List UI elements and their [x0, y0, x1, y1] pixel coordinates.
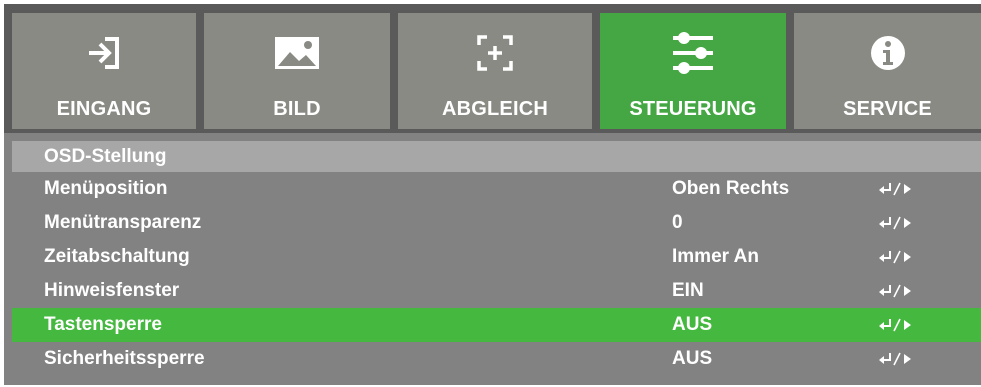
tab-eingang[interactable]: EINGANG — [12, 13, 196, 129]
menu-row-zeitabschaltung[interactable]: Zeitabschaltung Immer An — [12, 240, 981, 274]
row-label: Tastensperre — [44, 314, 162, 335]
row-value: Immer An — [672, 246, 759, 267]
osd-menu: EINGANG BILD ABGLEICH STEUERUNG SERVICE … — [4, 4, 981, 385]
tab-label: STEUERUNG — [629, 98, 757, 120]
enter-arrow-icon — [879, 216, 911, 230]
row-value: AUS — [672, 314, 713, 335]
tab-abgleich[interactable]: ABGLEICH — [398, 13, 592, 129]
row-label: Hinweisfenster — [44, 280, 180, 301]
tab-bar: EINGANG BILD ABGLEICH STEUERUNG SERVICE — [4, 4, 981, 133]
section-title: OSD-Stellung — [44, 146, 167, 167]
image-icon — [204, 33, 390, 73]
row-value: AUS — [672, 348, 713, 369]
tab-label: EINGANG — [56, 98, 152, 120]
menu-row-menutransparenz[interactable]: Menütransparenz 0 — [12, 206, 981, 240]
menu-row-menuposition[interactable]: Menüposition Oben Rechts — [12, 172, 981, 206]
row-label: Menüposition — [44, 178, 168, 199]
enter-arrow-icon — [879, 182, 911, 196]
tab-label: SERVICE — [843, 98, 932, 120]
tab-label: ABGLEICH — [441, 98, 549, 120]
menu-row-hinweisfenster[interactable]: Hinweisfenster EIN — [12, 274, 981, 308]
tab-service[interactable]: SERVICE — [794, 13, 981, 129]
row-label: Menütransparenz — [44, 212, 202, 233]
sliders-icon — [600, 32, 786, 74]
enter-arrow-icon — [879, 318, 911, 332]
tab-steuerung[interactable]: STEUERUNG — [600, 13, 786, 129]
row-label: Sicherheitssperre — [44, 348, 205, 369]
info-icon — [794, 33, 981, 73]
tab-label: BILD — [273, 98, 321, 120]
enter-arrow-icon — [879, 352, 911, 366]
enter-arrow-icon — [879, 250, 911, 264]
row-value: Oben Rechts — [672, 178, 790, 199]
input-icon — [12, 33, 196, 73]
alignment-icon — [398, 33, 592, 73]
row-value: 0 — [672, 212, 683, 233]
menu-row-sicherheitssperre[interactable]: Sicherheitssperre AUS — [12, 342, 981, 376]
section-header: OSD-Stellung — [12, 141, 981, 172]
row-value: EIN — [672, 280, 704, 301]
tab-bild[interactable]: BILD — [204, 13, 390, 129]
menu-row-tastensperre[interactable]: Tastensperre AUS — [12, 308, 981, 342]
row-label: Zeitabschaltung — [44, 246, 190, 267]
enter-arrow-icon — [879, 284, 911, 298]
